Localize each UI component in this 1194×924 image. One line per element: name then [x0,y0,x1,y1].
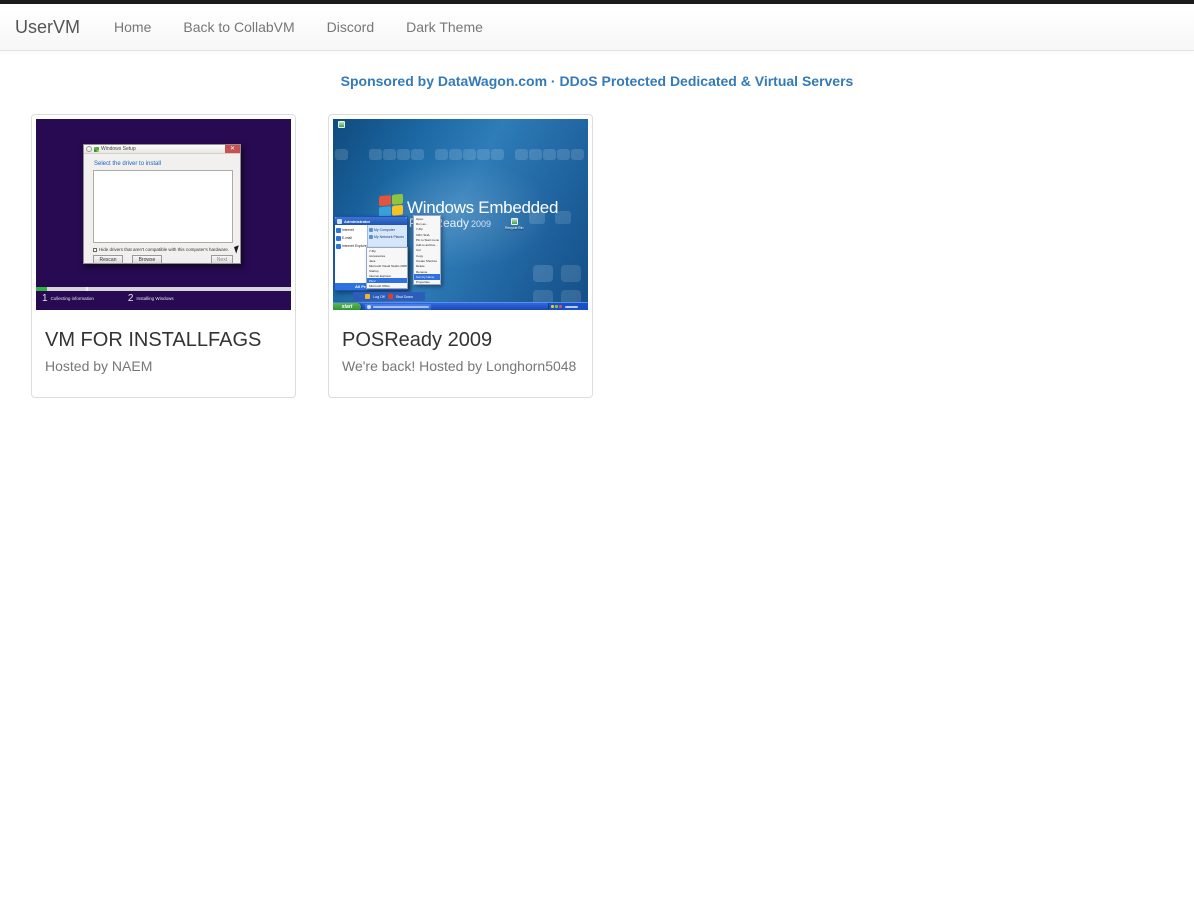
setup-progress-track [36,287,291,291]
clock [565,306,578,308]
nav-link[interactable]: Dark Theme [390,4,499,50]
avatar [337,219,342,224]
submenu-item: Microsoft Visual Studio 2005 [367,263,407,268]
vm-subtitle: We're back! Hosted by Longhorn5048 [342,358,579,374]
setup-step: 2Installing Windows [128,293,174,304]
vm-card-posready[interactable]: Windows Embedded POSReady2009 Recycle Bi… [328,114,593,398]
setup-progress-tick [86,287,88,291]
context-menu-item: Create Shortcut [414,258,440,263]
ie-icon [367,305,371,309]
nav-link[interactable]: Back to CollabVM [167,4,310,50]
navbar-menu: HomeBack to CollabVMDiscordDark Theme [98,4,499,50]
start-menu-item: Internet Explorer [335,242,367,250]
vm-card-caption: VM FOR INSTALLFAGS Hosted by NAEM [36,310,291,393]
log-off-icon [365,294,370,299]
vm-screenshot-posready-desktop[interactable]: Windows Embedded POSReady2009 Recycle Bi… [333,119,588,310]
start-menu-left-column: InternetE-mailInternet Explorer [335,225,367,285]
setup-steps: 1Collecting information 2Installing Windo… [36,293,291,304]
shut-down-icon [388,294,393,299]
dialog-title: Windows Setup [101,146,136,152]
programs-submenu: 7-ZipAccessoriesJavaMicrosoft Visual Stu… [366,247,408,289]
checkbox-icon [93,248,97,252]
tray-icon [555,305,558,308]
setup-step: 1Collecting information [42,293,94,304]
submenu-item: Microsoft Office [367,283,407,288]
taskbar: start [333,302,588,310]
main-content: Sponsored by DataWagon.com · DDoS Protec… [0,73,1194,398]
close-icon: ✕ [225,145,240,153]
context-menu-item: Pin to Start menu [414,237,440,242]
sponsor-suffix: · DDoS Protected Dedicated & Virtual Ser… [547,73,853,89]
rescan-button: Rescan [93,255,123,264]
dialog-heading: Select the driver to install [94,161,161,167]
app-icon [336,228,341,233]
desktop-icon-glyph [338,121,345,128]
start-menu-item: Internet [335,226,367,234]
windows-flag-icon [379,194,403,218]
browse-button: Browse [132,255,162,264]
driver-listbox [93,170,233,243]
nav-link[interactable]: Home [98,4,167,50]
back-icon [86,146,92,152]
navbar-brand[interactable]: UserVM [15,17,80,38]
windows-flag-icon [94,147,99,152]
vm-screenshot-windows-setup[interactable]: Windows Setup ✕ Select the driver to ins… [36,119,291,310]
navbar: UserVM HomeBack to CollabVMDiscordDark T… [0,4,1194,51]
vm-card-caption: POSReady 2009 We're back! Hosted by Long… [333,310,588,393]
vm-card-list: Windows Setup ✕ Select the driver to ins… [31,114,1194,398]
app-icon [369,228,373,232]
mouse-cursor-icon [234,245,241,253]
app-icon [336,244,341,249]
hide-drivers-checkbox: Hide drivers that aren't compatible with… [93,247,229,252]
dialog-titlebar: Windows Setup ✕ [84,145,240,154]
vm-card-installfags[interactable]: Windows Setup ✕ Select the driver to ins… [31,114,296,398]
start-menu-item: My Network Places [368,233,407,240]
sponsor-prefix: Sponsored by [341,73,438,89]
app-icon [369,235,373,239]
sponsor-link[interactable]: DataWagon.com [438,73,547,89]
start-menu-item: E-mail [335,234,367,242]
windows-setup-dialog: Windows Setup ✕ Select the driver to ins… [83,144,241,264]
start-menu-item: My Computer [368,226,407,233]
next-button: Next [211,255,233,264]
desktop-icon [338,121,345,129]
start-menu-user: Administrator [335,217,407,225]
wallpaper-tiles-bottom [533,265,553,282]
tray-icon [551,305,554,308]
context-menu: OpenRun as...7-ZipCRC SHAPin to Start me… [413,215,441,285]
context-menu-item: Add to archive... [414,242,440,247]
system-tray [548,303,588,311]
vm-subtitle: Hosted by NAEM [45,358,282,374]
tray-icon [559,305,562,308]
setup-progress-fill [36,287,47,291]
vm-title: POSReady 2009 [342,329,579,352]
logoff-row: Log Off Shut Down [353,292,425,301]
recycle-bin-icon: Recycle Bin [505,218,523,230]
taskbar-window-button [365,304,431,310]
sponsor-line: Sponsored by DataWagon.com · DDoS Protec… [0,73,1194,89]
nav-link[interactable]: Discord [311,4,390,50]
wallpaper-tiles-row [335,149,348,160]
vm-title: VM FOR INSTALLFAGS [45,329,282,352]
context-menu-item: Properties [414,280,440,285]
app-icon [336,236,341,241]
start-button: start [333,303,361,311]
